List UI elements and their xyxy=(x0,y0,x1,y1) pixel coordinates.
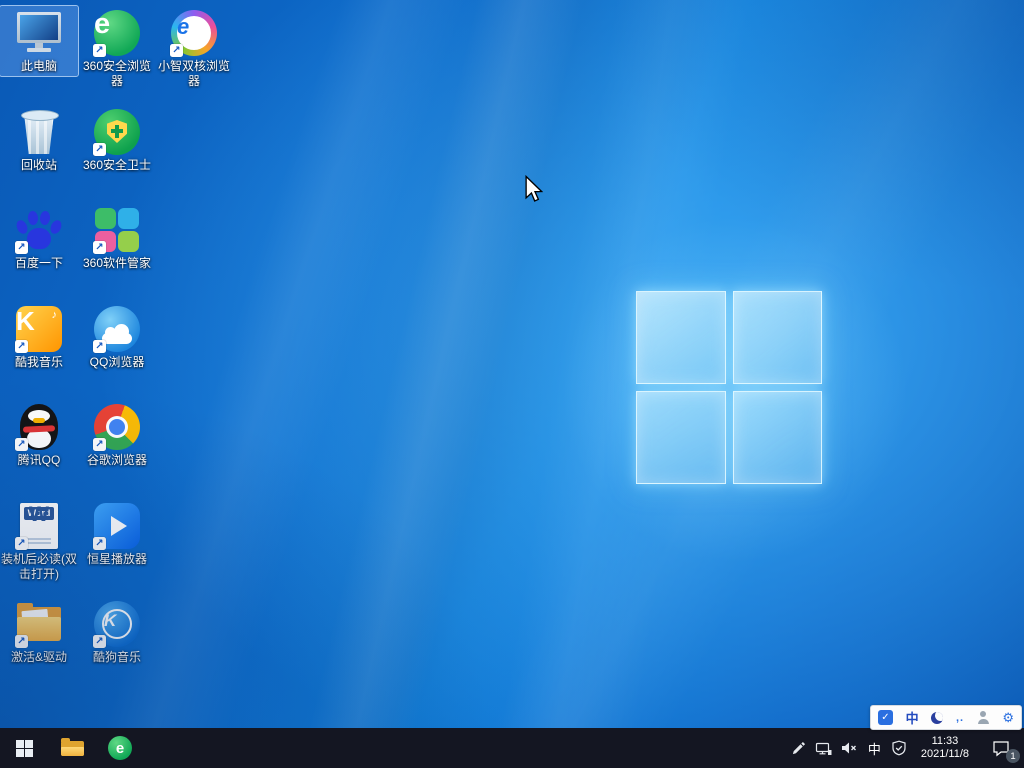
shield-check-icon xyxy=(892,740,906,756)
shortcut-arrow-icon: ↗ xyxy=(93,143,106,156)
clock-date: 2021/11/8 xyxy=(920,748,969,760)
folder-icon xyxy=(60,738,84,757)
desktop-icon-label: 百度一下 xyxy=(14,256,63,270)
notification-badge: 1 xyxy=(1006,749,1020,763)
start-button[interactable] xyxy=(0,728,48,768)
desktop-icon-setup-readme[interactable]: Word W ↗ 装机后必读(双击打开) xyxy=(0,499,78,584)
shortcut-arrow-icon: ↗ xyxy=(93,340,106,353)
ime-language-label: 中 xyxy=(867,741,881,757)
this-pc-icon xyxy=(15,9,63,57)
ime-punctuation-icon[interactable]: ,. xyxy=(956,712,964,724)
shortcut-arrow-icon: ↗ xyxy=(15,537,28,550)
tray-ime-indicator[interactable]: 中 xyxy=(862,728,887,768)
kugou-music-icon: K ↗ xyxy=(93,600,141,648)
kuwo-music-icon: K ♪ ↗ xyxy=(15,305,63,353)
desktop-icon-360-software-manager[interactable]: ↗ 360软件管家 xyxy=(78,203,156,273)
desktop-wallpaper[interactable]: 此电脑回收站 ↗ 百度一下 K ♪ ↗ 酷我音乐 ↗ 腾讯QQ Word W ↗ 装机后必读(双击打开)… xyxy=(0,0,1024,728)
shortcut-arrow-icon: ↗ xyxy=(93,438,106,451)
desktop-icon-label: 腾讯QQ xyxy=(17,453,61,467)
desktop-icon-qq-browser[interactable]: ↗ QQ浏览器 xyxy=(78,302,156,372)
desktop-icon-label: 360安全浏览器 xyxy=(82,59,152,88)
desktop-icon-label: QQ浏览器 xyxy=(89,355,145,369)
star-player-icon: ↗ xyxy=(93,502,141,550)
recycle-bin-icon xyxy=(15,108,63,156)
desktop-icon-label: 酷我音乐 xyxy=(14,355,63,369)
desktop-icon-recycle-bin[interactable]: 回收站 xyxy=(0,105,78,175)
desktop-icon-activation-drivers[interactable]: ↗ 激活&驱动 xyxy=(0,597,78,667)
ime-check-icon[interactable]: ✓ xyxy=(878,710,893,725)
tray-pen-button[interactable] xyxy=(786,728,811,768)
desktop-icon-xiaozhi-dual-core-browser[interactable]: e ↗ 小智双核浏览器 xyxy=(155,6,233,91)
volume-muted-icon xyxy=(841,742,856,754)
desktop-icon-google-chrome[interactable]: ↗ 谷歌浏览器 xyxy=(78,400,156,470)
tray-volume-button[interactable] xyxy=(836,728,862,768)
desktop-icon-label: 360软件管家 xyxy=(82,256,152,270)
activation-drivers-icon: ↗ xyxy=(15,600,63,648)
taskbar-clock[interactable]: 11:33 2021/11/8 xyxy=(912,728,978,768)
windows-logo-icon xyxy=(15,739,33,757)
google-chrome-icon: ↗ xyxy=(93,403,141,451)
desktop-icon-kuwo-music[interactable]: K ♪ ↗ 酷我音乐 xyxy=(0,302,78,372)
360-safe-browser-icon: e ↗ xyxy=(93,8,141,57)
360-software-manager-icon: ↗ xyxy=(93,206,141,254)
shortcut-arrow-icon: ↗ xyxy=(15,241,28,254)
shortcut-arrow-icon: ↗ xyxy=(93,537,106,550)
shortcut-arrow-icon: ↗ xyxy=(93,44,106,57)
ime-mode-button[interactable]: 中 xyxy=(906,708,919,727)
shortcut-arrow-icon: ↗ xyxy=(15,438,28,451)
tencent-qq-icon: ↗ xyxy=(15,403,63,451)
shortcut-arrow-icon: ↗ xyxy=(170,44,183,57)
network-icon xyxy=(815,742,832,755)
desktop-icon-label: 恒星播放器 xyxy=(86,552,147,566)
desktop-icon-this-pc[interactable]: 此电脑 xyxy=(0,5,79,77)
desktop-icon-grid: 此电脑回收站 ↗ 百度一下 K ♪ ↗ 酷我音乐 ↗ 腾讯QQ Word W ↗ 装机后必读(双击打开)… xyxy=(0,0,1024,728)
desktop-icon-label: 小智双核浏览器 xyxy=(157,59,230,88)
ime-toolbar: ✓ 中 ,. ⚙ xyxy=(870,705,1022,730)
desktop-icon-label: 谷歌浏览器 xyxy=(86,453,147,467)
desktop-icon-label: 激活&驱动 xyxy=(10,650,67,664)
ime-settings-icon[interactable]: ⚙ xyxy=(1002,711,1014,724)
qq-browser-icon: ↗ xyxy=(93,305,141,353)
desktop-icon-label: 此电脑 xyxy=(20,59,57,73)
desktop-icon-label: 酷狗音乐 xyxy=(92,650,141,664)
desktop-icon-label: 装机后必读(双击打开) xyxy=(1,552,77,581)
system-tray: 中 11:33 2021/11/8 1 xyxy=(786,728,1024,768)
shortcut-arrow-icon: ↗ xyxy=(15,340,28,353)
setup-readme-icon: Word W ↗ xyxy=(15,502,63,550)
action-center-button[interactable]: 1 xyxy=(978,728,1024,768)
xiaozhi-dual-core-browser-icon: e ↗ xyxy=(170,9,218,57)
tray-network-button[interactable] xyxy=(811,728,836,768)
desktop-icon-star-player[interactable]: ↗ 恒星播放器 xyxy=(78,499,156,569)
file-explorer-button[interactable] xyxy=(48,728,96,768)
ime-mode-label: 中 xyxy=(905,711,919,726)
shortcut-arrow-icon: ↗ xyxy=(93,635,106,648)
desktop-icon-360-safe-browser[interactable]: e ↗ 360安全浏览器 xyxy=(78,6,156,91)
browser-360-taskbar-button[interactable]: e xyxy=(96,728,144,768)
shortcut-arrow-icon: ↗ xyxy=(15,635,28,648)
pen-icon xyxy=(792,741,805,754)
windows-desktop-screen: 此电脑回收站 ↗ 百度一下 K ♪ ↗ 酷我音乐 ↗ 腾讯QQ Word W ↗ 装机后必读(双击打开)… xyxy=(0,0,1024,768)
desktop-icon-tencent-qq[interactable]: ↗ 腾讯QQ xyxy=(0,400,78,470)
taskbar: e 中 11:33 2021/11/8 1 xyxy=(0,728,1024,768)
desktop-icon-label: 回收站 xyxy=(20,158,57,172)
360-safeguard-icon: ↗ xyxy=(93,108,141,156)
e-browser-icon: e xyxy=(108,736,132,760)
baidu-search-icon: ↗ xyxy=(14,206,64,254)
ime-halfwidth-moon-icon[interactable] xyxy=(931,711,944,724)
desktop-icon-label: 360安全卫士 xyxy=(82,158,152,172)
desktop-icon-kugou-music[interactable]: K ↗ 酷狗音乐 xyxy=(78,597,156,667)
desktop-icon-baidu-search[interactable]: ↗ 百度一下 xyxy=(0,203,78,273)
desktop-icon-360-safeguard[interactable]: ↗ 360安全卫士 xyxy=(78,105,156,175)
ime-profile-icon[interactable] xyxy=(977,711,990,724)
shortcut-arrow-icon: ↗ xyxy=(93,241,106,254)
clock-time: 11:33 xyxy=(931,735,959,747)
tray-security-button[interactable] xyxy=(887,728,912,768)
